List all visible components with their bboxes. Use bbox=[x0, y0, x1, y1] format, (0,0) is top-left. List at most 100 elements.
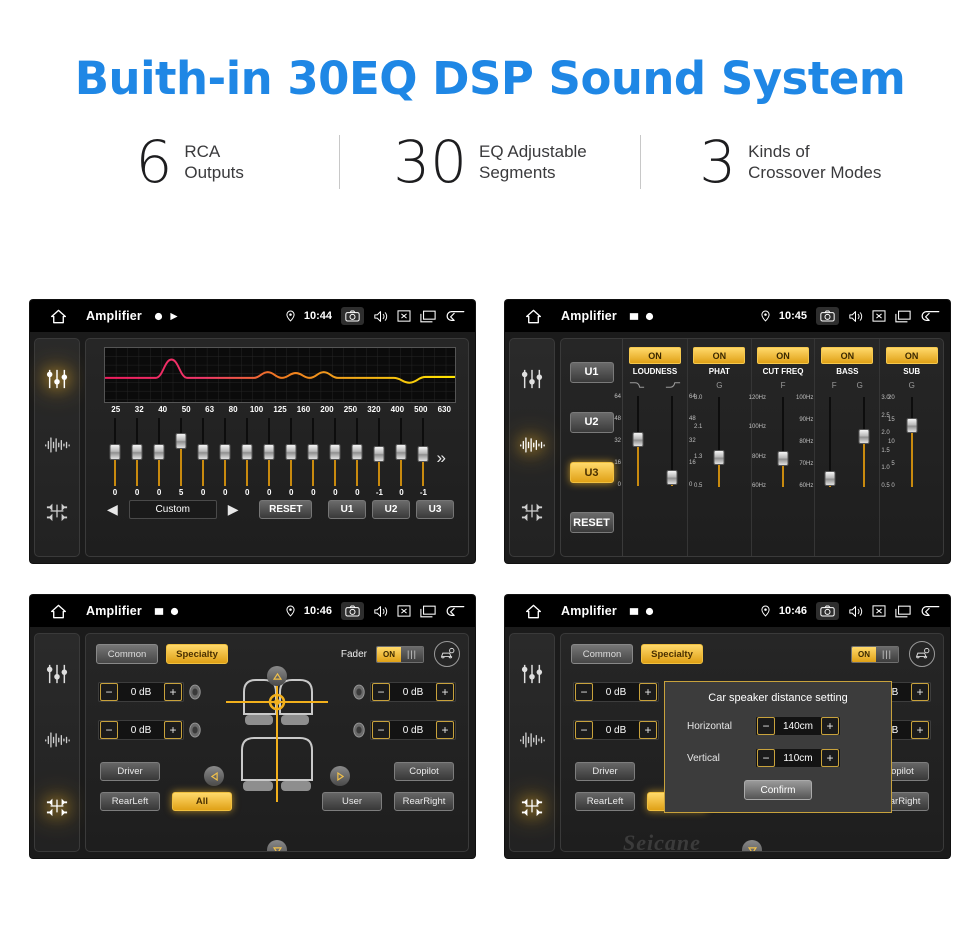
zone-driver-button[interactable]: Driver bbox=[100, 762, 160, 781]
increase-button[interactable]: + bbox=[436, 721, 454, 739]
recents-icon[interactable] bbox=[895, 310, 911, 323]
back-icon[interactable] bbox=[920, 604, 940, 618]
camera-icon[interactable] bbox=[816, 307, 839, 325]
triangle-down-icon[interactable] bbox=[267, 840, 287, 851]
triangle-right-icon[interactable] bbox=[330, 766, 350, 786]
zone-user-button[interactable]: User bbox=[322, 792, 382, 811]
eq-slider[interactable] bbox=[237, 418, 257, 486]
increase-button[interactable]: + bbox=[639, 721, 657, 739]
preset-name-display[interactable]: Custom bbox=[128, 500, 217, 519]
tab-common[interactable]: Common bbox=[571, 644, 633, 664]
eq-slider[interactable] bbox=[215, 418, 235, 486]
decrease-button[interactable]: − bbox=[575, 721, 593, 739]
eq-slider[interactable] bbox=[303, 418, 323, 486]
back-icon[interactable] bbox=[445, 309, 465, 323]
tab-specialty[interactable]: Specialty bbox=[166, 644, 228, 664]
triangle-left-icon[interactable] bbox=[204, 766, 224, 786]
eq-slider[interactable] bbox=[325, 418, 345, 486]
sub-toggle[interactable]: ON bbox=[885, 347, 938, 364]
increase-button[interactable]: + bbox=[164, 721, 182, 739]
close-box-icon[interactable] bbox=[397, 605, 411, 617]
triangle-up-icon[interactable] bbox=[267, 666, 287, 686]
preset-u1-button[interactable]: U1 bbox=[328, 500, 366, 519]
fader-toggle[interactable]: ON ||| bbox=[851, 645, 899, 663]
volume-icon[interactable] bbox=[848, 310, 863, 323]
zone-rearleft-button[interactable]: RearLeft bbox=[575, 792, 635, 811]
car-settings-icon[interactable] bbox=[434, 641, 460, 667]
increase-button[interactable]: + bbox=[639, 683, 657, 701]
decrease-button[interactable]: − bbox=[575, 683, 593, 701]
preset-u3-button[interactable]: U3 bbox=[416, 500, 454, 519]
decrease-button[interactable]: − bbox=[757, 749, 775, 767]
reset-button[interactable]: RESET bbox=[259, 500, 313, 519]
increase-button[interactable]: + bbox=[821, 717, 839, 735]
recents-icon[interactable] bbox=[420, 605, 436, 618]
triangle-left-icon[interactable]: ◀ bbox=[102, 501, 123, 518]
waveform-icon[interactable] bbox=[44, 436, 70, 459]
phat-toggle[interactable]: ON bbox=[693, 347, 746, 364]
decrease-button[interactable]: − bbox=[372, 721, 390, 739]
eq-sliders-icon[interactable] bbox=[45, 368, 69, 395]
camera-icon[interactable] bbox=[341, 602, 364, 620]
crossover-fader[interactable]: 20 15 10 5 0 bbox=[888, 393, 927, 491]
crossover-fader[interactable]: 120Hz 100Hz 80Hz 60Hz bbox=[749, 393, 798, 491]
fader-toggle[interactable]: ON ||| bbox=[376, 645, 424, 663]
camera-icon[interactable] bbox=[816, 602, 839, 620]
zone-rearleft-button[interactable]: RearLeft bbox=[100, 792, 160, 811]
close-box-icon[interactable] bbox=[872, 605, 886, 617]
eq-slider[interactable] bbox=[281, 418, 301, 486]
eq-slider[interactable] bbox=[369, 418, 389, 486]
waveform-icon[interactable] bbox=[519, 731, 545, 754]
car-seat-diagram[interactable] bbox=[222, 672, 332, 817]
recents-icon[interactable] bbox=[420, 310, 436, 323]
eq-slider[interactable] bbox=[171, 418, 191, 486]
volume-icon[interactable] bbox=[373, 310, 388, 323]
reset-button[interactable]: RESET bbox=[569, 512, 614, 534]
triangle-down-icon[interactable] bbox=[742, 840, 762, 851]
zone-copilot-button[interactable]: Copilot bbox=[394, 762, 454, 781]
increase-button[interactable]: + bbox=[164, 683, 182, 701]
car-settings-icon[interactable] bbox=[909, 641, 935, 667]
loudness-toggle[interactable]: ON bbox=[629, 347, 681, 364]
zone-driver-button[interactable]: Driver bbox=[575, 762, 635, 781]
decrease-button[interactable]: − bbox=[372, 683, 390, 701]
increase-button[interactable]: + bbox=[911, 721, 929, 739]
eq-slider[interactable] bbox=[193, 418, 213, 486]
eq-sliders-icon[interactable] bbox=[520, 663, 544, 690]
preset-u1-button[interactable]: U1 bbox=[569, 361, 614, 383]
decrease-button[interactable]: − bbox=[100, 721, 118, 739]
waveform-icon[interactable] bbox=[44, 731, 70, 754]
zone-all-button[interactable]: All bbox=[172, 792, 232, 811]
decrease-button[interactable]: − bbox=[757, 717, 775, 735]
zone-rearright-button[interactable]: RearRight bbox=[394, 792, 454, 811]
back-icon[interactable] bbox=[445, 604, 465, 618]
eq-sliders-icon[interactable] bbox=[520, 368, 544, 395]
eq-slider[interactable] bbox=[149, 418, 169, 486]
speakers-icon[interactable] bbox=[45, 500, 69, 527]
tab-specialty[interactable]: Specialty bbox=[641, 644, 703, 664]
camera-icon[interactable] bbox=[341, 307, 364, 325]
eq-slider[interactable] bbox=[391, 418, 411, 486]
volume-icon[interactable] bbox=[848, 605, 863, 618]
home-icon[interactable] bbox=[40, 309, 76, 324]
volume-icon[interactable] bbox=[373, 605, 388, 618]
speakers-icon[interactable] bbox=[520, 795, 544, 822]
speakers-icon[interactable] bbox=[520, 500, 544, 527]
eq-slider[interactable] bbox=[413, 418, 433, 486]
tab-common[interactable]: Common bbox=[96, 644, 158, 664]
speakers-icon[interactable] bbox=[45, 795, 69, 822]
increase-button[interactable]: + bbox=[436, 683, 454, 701]
close-box-icon[interactable] bbox=[397, 310, 411, 322]
crossover-fader[interactable]: 3.0 2.1 1.3 0.5 bbox=[694, 393, 734, 491]
preset-u2-button[interactable]: U2 bbox=[372, 500, 410, 519]
crossover-fader[interactable]: 3.0 2.5 2.0 1.5 1.0 0.5 bbox=[849, 393, 890, 491]
close-box-icon[interactable] bbox=[872, 310, 886, 322]
increase-button[interactable]: + bbox=[911, 683, 929, 701]
triangle-right-icon[interactable]: ▶ bbox=[223, 501, 244, 518]
crossover-fader[interactable]: 100Hz 90Hz 80Hz 70Hz 60Hz bbox=[796, 393, 845, 491]
eq-sliders-icon[interactable] bbox=[45, 663, 69, 690]
double-chevron-right-icon[interactable]: » bbox=[434, 448, 445, 468]
eq-slider[interactable] bbox=[105, 418, 125, 486]
home-icon[interactable] bbox=[515, 309, 551, 324]
bass-toggle[interactable]: ON bbox=[821, 347, 874, 364]
